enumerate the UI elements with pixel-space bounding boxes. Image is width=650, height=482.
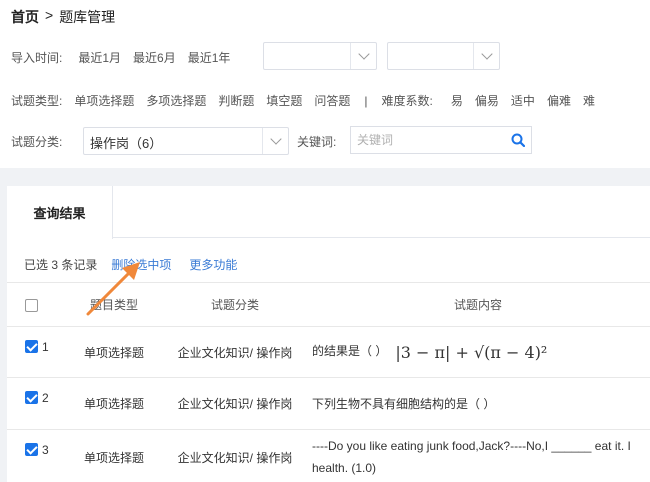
- category-select-value: 操作岗（6）: [90, 136, 163, 151]
- keyword-search-box: [350, 126, 532, 154]
- chevron-down-icon: [473, 43, 499, 69]
- difficulty-option-hard[interactable]: 难: [583, 92, 595, 109]
- selection-toolbar: 已选 3 条记录 删除选中项 更多功能: [24, 256, 237, 273]
- column-header-type[interactable]: 题目类型: [64, 282, 164, 327]
- selected-count: 已选 3 条记录: [24, 258, 98, 272]
- breadcrumb: 首页 > 题库管理: [11, 7, 115, 27]
- type-option-single[interactable]: 单项选择题: [74, 92, 134, 109]
- import-time-row: 导入时间: 最近1月 最近6月 最近1年: [11, 49, 230, 66]
- table-header-row: 题目类型 试题分类 试题内容: [7, 282, 650, 327]
- math-formula: |3 − π| + √(π − 4)²: [395, 342, 548, 362]
- questions-table: 题目类型 试题分类 试题内容 1 单项选择题 企业文化知识/ 操作岗 的结果是（…: [7, 282, 650, 482]
- row-content: 的结果是（ ） |3 − π| + √(π − 4)²: [306, 326, 650, 378]
- filter-divider: |: [364, 93, 368, 108]
- row-checkbox[interactable]: [25, 443, 38, 457]
- column-header-content[interactable]: 试题内容: [306, 282, 650, 327]
- header-select-all-cell: [7, 282, 64, 327]
- search-icon[interactable]: [511, 133, 525, 147]
- delete-selected-link[interactable]: 删除选中项: [111, 256, 171, 273]
- type-option-qa[interactable]: 问答题: [314, 92, 350, 109]
- import-time-option-1m[interactable]: 最近1月: [78, 49, 121, 66]
- breadcrumb-current: 题库管理: [59, 9, 116, 25]
- chevron-down-icon: [262, 128, 288, 154]
- row-type: 单项选择题: [64, 377, 164, 430]
- row-checkbox[interactable]: [25, 391, 38, 405]
- row-index: 2: [42, 390, 49, 405]
- row-select-cell: 2: [7, 377, 64, 430]
- type-option-multiple[interactable]: 多项选择题: [146, 92, 206, 109]
- difficulty-label: 难度系数:: [381, 94, 433, 108]
- row-content: 下列生物不具有细胞结构的是（ ）: [306, 377, 650, 430]
- category-label: 试题分类:: [11, 135, 63, 149]
- table-row[interactable]: 3 单项选择题 企业文化知识/ 操作岗 ----Do you like eati…: [7, 429, 650, 482]
- row-select-cell: 3: [7, 429, 64, 482]
- row-category: 企业文化知识/ 操作岗: [164, 326, 306, 378]
- keyword-label: 关键词:: [297, 135, 337, 149]
- table-row[interactable]: 2 单项选择题 企业文化知识/ 操作岗 下列生物不具有细胞结构的是（ ）: [7, 377, 650, 430]
- import-time-option-6m[interactable]: 最近6月: [133, 49, 176, 66]
- select-all-checkbox[interactable]: [25, 298, 38, 312]
- table-row[interactable]: 1 单项选择题 企业文化知识/ 操作岗 的结果是（ ） |3 − π| + √(π…: [7, 326, 650, 378]
- type-difficulty-row: 试题类型: 单项选择题 多项选择题 判断题 填空题 问答题 | 难度系数: 易 …: [11, 92, 595, 109]
- row-type: 单项选择题: [64, 326, 164, 378]
- end-date-select[interactable]: [387, 42, 500, 70]
- row-category: 企业文化知识/ 操作岗: [164, 429, 306, 482]
- row-content-line-1: ----Do you like eating junk food,Jack?--…: [312, 439, 631, 453]
- row-content-text: 的结果是（ ）: [312, 344, 388, 359]
- row-type: 单项选择题: [64, 429, 164, 482]
- row-content-line-2: health. (1.0): [312, 461, 377, 475]
- row-index: 1: [42, 339, 49, 354]
- row-select-cell: 1: [7, 326, 64, 378]
- question-type-label: 试题类型:: [11, 94, 63, 108]
- results-panel: 查询结果 已选 3 条记录 删除选中项 更多功能 题目类型 试题分类 试题内容 …: [7, 186, 650, 482]
- difficulty-option-easy[interactable]: 易: [451, 92, 463, 109]
- keyword-input[interactable]: [351, 127, 501, 153]
- row-content: ----Do you like eating junk food,Jack?--…: [306, 429, 650, 482]
- chevron-down-icon: [350, 43, 376, 69]
- import-time-option-1y[interactable]: 最近1年: [188, 49, 231, 66]
- filter-panel: 首页 > 题库管理 导入时间: 最近1月 最近6月 最近1年 试题类型: 单项选…: [0, 0, 650, 168]
- import-time-label: 导入时间:: [11, 51, 63, 65]
- breadcrumb-separator: >: [45, 7, 54, 23]
- tab-query-results[interactable]: 查询结果: [7, 186, 113, 239]
- category-row: 试题分类:: [11, 133, 62, 150]
- row-index: 3: [42, 442, 49, 457]
- type-option-truefalse[interactable]: 判断题: [218, 92, 254, 109]
- row-category: 企业文化知识/ 操作岗: [164, 377, 306, 430]
- difficulty-option-fairly-easy[interactable]: 偏易: [475, 92, 499, 109]
- start-date-select[interactable]: [263, 42, 377, 70]
- breadcrumb-home[interactable]: 首页: [11, 7, 39, 27]
- column-header-category[interactable]: 试题分类: [164, 282, 306, 327]
- difficulty-option-fairly-hard[interactable]: 偏难: [547, 92, 571, 109]
- more-functions-link[interactable]: 更多功能: [189, 256, 237, 273]
- results-tabs: 查询结果: [7, 186, 650, 239]
- difficulty-option-medium[interactable]: 适中: [511, 92, 535, 109]
- type-option-fillblank[interactable]: 填空题: [266, 92, 302, 109]
- row-checkbox[interactable]: [25, 340, 38, 354]
- category-select[interactable]: 操作岗（6）: [83, 127, 289, 155]
